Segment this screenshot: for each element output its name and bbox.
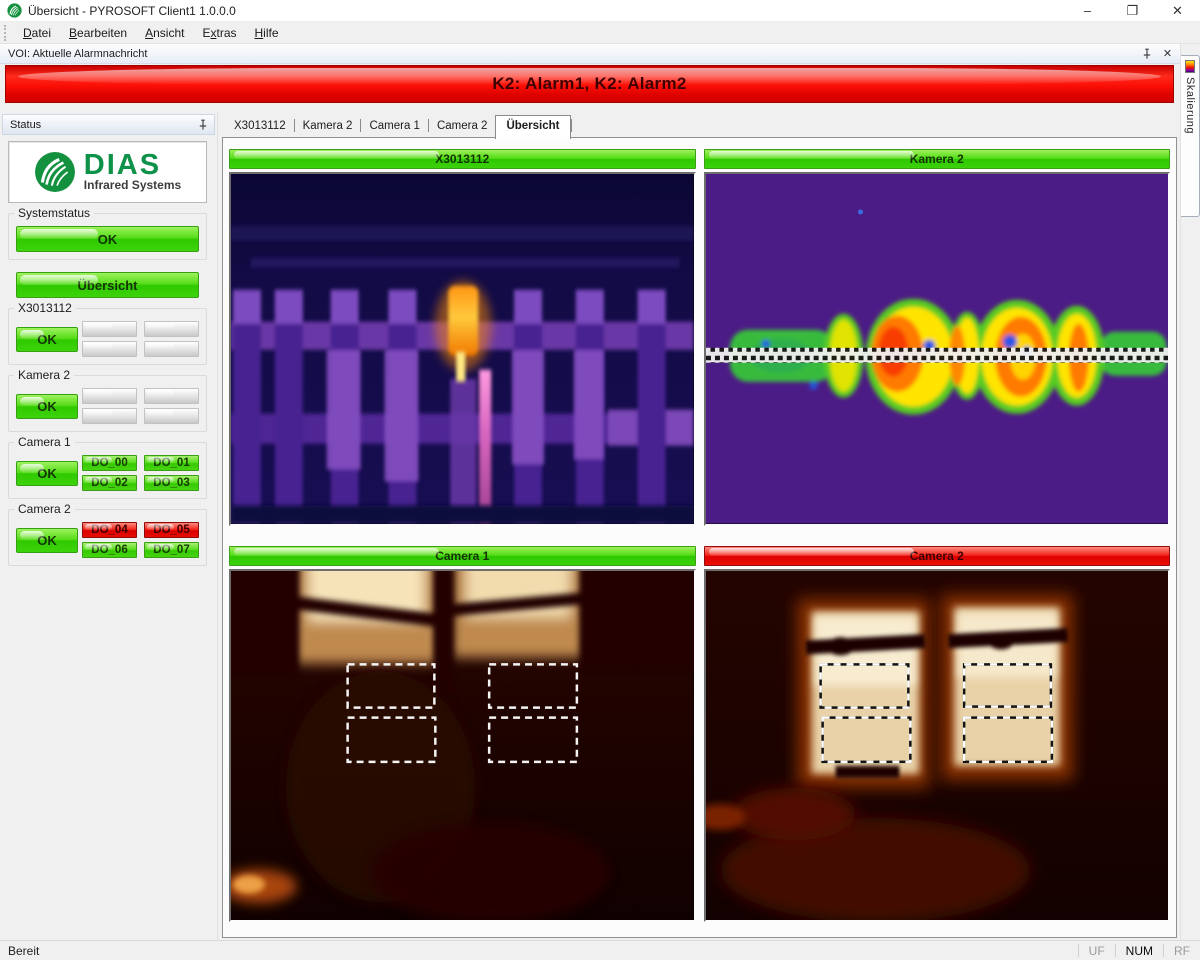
pin-icon[interactable] xyxy=(1140,47,1153,60)
systemstatus-group: Systemstatus OK xyxy=(8,213,207,260)
camera-panel-x3013112: X3013112 xyxy=(229,149,696,526)
do-indicator: DO_06 xyxy=(82,542,137,558)
group-x3013112: X3013112 OK xyxy=(8,308,207,365)
menu-hilfe[interactable]: Hilfe xyxy=(246,24,288,42)
indicator xyxy=(82,341,137,357)
alarm-panel-title: VOI: Aktuelle Alarmnachricht xyxy=(8,48,147,60)
kamera-2-ok-button[interactable]: OK xyxy=(16,394,78,419)
camera-panel-camera-2: Camera 2 xyxy=(704,546,1171,923)
do-indicator: DO_02 xyxy=(82,475,137,491)
group-kamera-2-label: Kamera 2 xyxy=(14,368,74,382)
indicator xyxy=(144,388,199,404)
do-indicator: DO_04 xyxy=(82,522,137,538)
title-bar: Übersicht - PYROSOFT Client1 1.0.0.0 – ❐… xyxy=(0,0,1200,22)
menu-ansicht[interactable]: Ansicht xyxy=(136,24,193,42)
dias-logo: DIAS Infrared Systems xyxy=(8,141,207,203)
close-button[interactable]: ✕ xyxy=(1155,0,1200,21)
indicator xyxy=(144,408,199,424)
systemstatus-label: Systemstatus xyxy=(14,206,94,220)
indicator xyxy=(82,388,137,404)
tab-uebersicht[interactable]: Übersicht xyxy=(495,115,570,139)
do-indicator: DO_03 xyxy=(144,475,199,491)
menu-extras[interactable]: Extras xyxy=(193,24,245,42)
overview-tab-page: X3013112 xyxy=(222,137,1177,938)
indicator xyxy=(82,321,137,337)
x3013112-ok-button[interactable]: OK xyxy=(16,327,78,352)
camera-panel-camera-1: Camera 1 xyxy=(229,546,696,923)
indicator xyxy=(144,321,199,337)
do-indicator: DO_05 xyxy=(144,522,199,538)
do-indicator: DO_00 xyxy=(82,455,137,471)
thermal-image-camera-1[interactable] xyxy=(229,569,696,923)
tab-strip: X3013112 Kamera 2 Camera 1 Camera 2 Über… xyxy=(218,112,1180,138)
skalierung-label: Skalierung xyxy=(1184,77,1196,134)
tab-camera-2[interactable]: Camera 2 xyxy=(429,116,496,138)
key-indicator-num: NUM xyxy=(1116,944,1163,958)
dias-swirl-icon xyxy=(34,151,76,193)
dias-subtitle-text: Infrared Systems xyxy=(84,178,181,192)
systemstatus-ok-button[interactable]: OK xyxy=(16,226,199,252)
do-indicator: DO_01 xyxy=(144,455,199,471)
status-message: Bereit xyxy=(0,944,39,958)
key-indicator-uf: UF xyxy=(1079,944,1115,958)
camera-panel-kamera-2: Kamera 2 xyxy=(704,149,1171,526)
panel-header-camera-1: Camera 1 xyxy=(229,546,696,566)
menu-grip[interactable] xyxy=(4,25,8,41)
camera-2-ok-button[interactable]: OK xyxy=(16,528,78,553)
key-indicator-rf: RF xyxy=(1164,944,1200,958)
pyrosoft-window: Übersicht - PYROSOFT Client1 1.0.0.0 – ❐… xyxy=(0,0,1200,960)
menu-bar: Datei Bearbeiten Ansicht Extras Hilfe xyxy=(0,22,1200,44)
alarm-panel: VOI: Aktuelle Alarmnachricht ✕ K2: Alarm… xyxy=(0,44,1180,108)
panel-header-kamera-2: Kamera 2 xyxy=(704,149,1171,169)
sidebar-pin-icon[interactable] xyxy=(196,118,209,131)
alarm-message: K2: Alarm1, K2: Alarm2 xyxy=(492,74,686,94)
camera-1-ok-button[interactable]: OK xyxy=(16,461,78,486)
alarm-banner: K2: Alarm1, K2: Alarm2 xyxy=(5,65,1174,103)
right-dock-strip: Skalierung xyxy=(1180,44,1200,940)
app-icon xyxy=(7,3,22,18)
dias-brand-text: DIAS xyxy=(84,152,181,178)
menu-bearbeiten[interactable]: Bearbeiten xyxy=(60,24,136,42)
tab-x3013112[interactable]: X3013112 xyxy=(226,116,294,138)
do-indicator: DO_07 xyxy=(144,542,199,558)
status-bar: Bereit UF NUM RF xyxy=(0,940,1200,960)
minimize-button[interactable]: – xyxy=(1065,0,1110,21)
color-scale-icon xyxy=(1185,60,1195,73)
window-title: Übersicht - PYROSOFT Client1 1.0.0.0 xyxy=(28,4,236,18)
restore-button[interactable]: ❐ xyxy=(1110,0,1155,21)
group-camera-2-label: Camera 2 xyxy=(14,502,75,516)
sidebar-title: Status xyxy=(10,119,41,131)
group-camera-1-label: Camera 1 xyxy=(14,435,75,449)
group-camera-1: Camera 1 OK DO_00 DO_01 DO_02 DO_03 xyxy=(8,442,207,499)
panel-header-x3013112: X3013112 xyxy=(229,149,696,169)
tab-kamera-2[interactable]: Kamera 2 xyxy=(295,116,361,138)
thermal-image-x3013112[interactable] xyxy=(229,172,696,526)
thermal-image-kamera-2[interactable] xyxy=(704,172,1171,526)
group-x3013112-label: X3013112 xyxy=(14,301,76,315)
indicator xyxy=(144,341,199,357)
thermal-image-camera-2[interactable] xyxy=(704,569,1171,923)
indicator xyxy=(82,408,137,424)
menu-datei[interactable]: Datei xyxy=(14,24,60,42)
group-kamera-2: Kamera 2 OK xyxy=(8,375,207,432)
close-icon[interactable]: ✕ xyxy=(1161,47,1174,60)
tab-camera-1[interactable]: Camera 1 xyxy=(361,116,428,138)
panel-header-camera-2: Camera 2 xyxy=(704,546,1171,566)
skalierung-tab[interactable]: Skalierung xyxy=(1181,55,1200,217)
main-area: X3013112 Kamera 2 Camera 1 Camera 2 Über… xyxy=(218,112,1180,940)
status-sidebar: Status DIAS Infrared Systems xyxy=(0,112,218,940)
overview-button[interactable]: Übersicht xyxy=(16,272,199,298)
group-camera-2: Camera 2 OK DO_04 DO_05 DO_06 DO_07 xyxy=(8,509,207,566)
